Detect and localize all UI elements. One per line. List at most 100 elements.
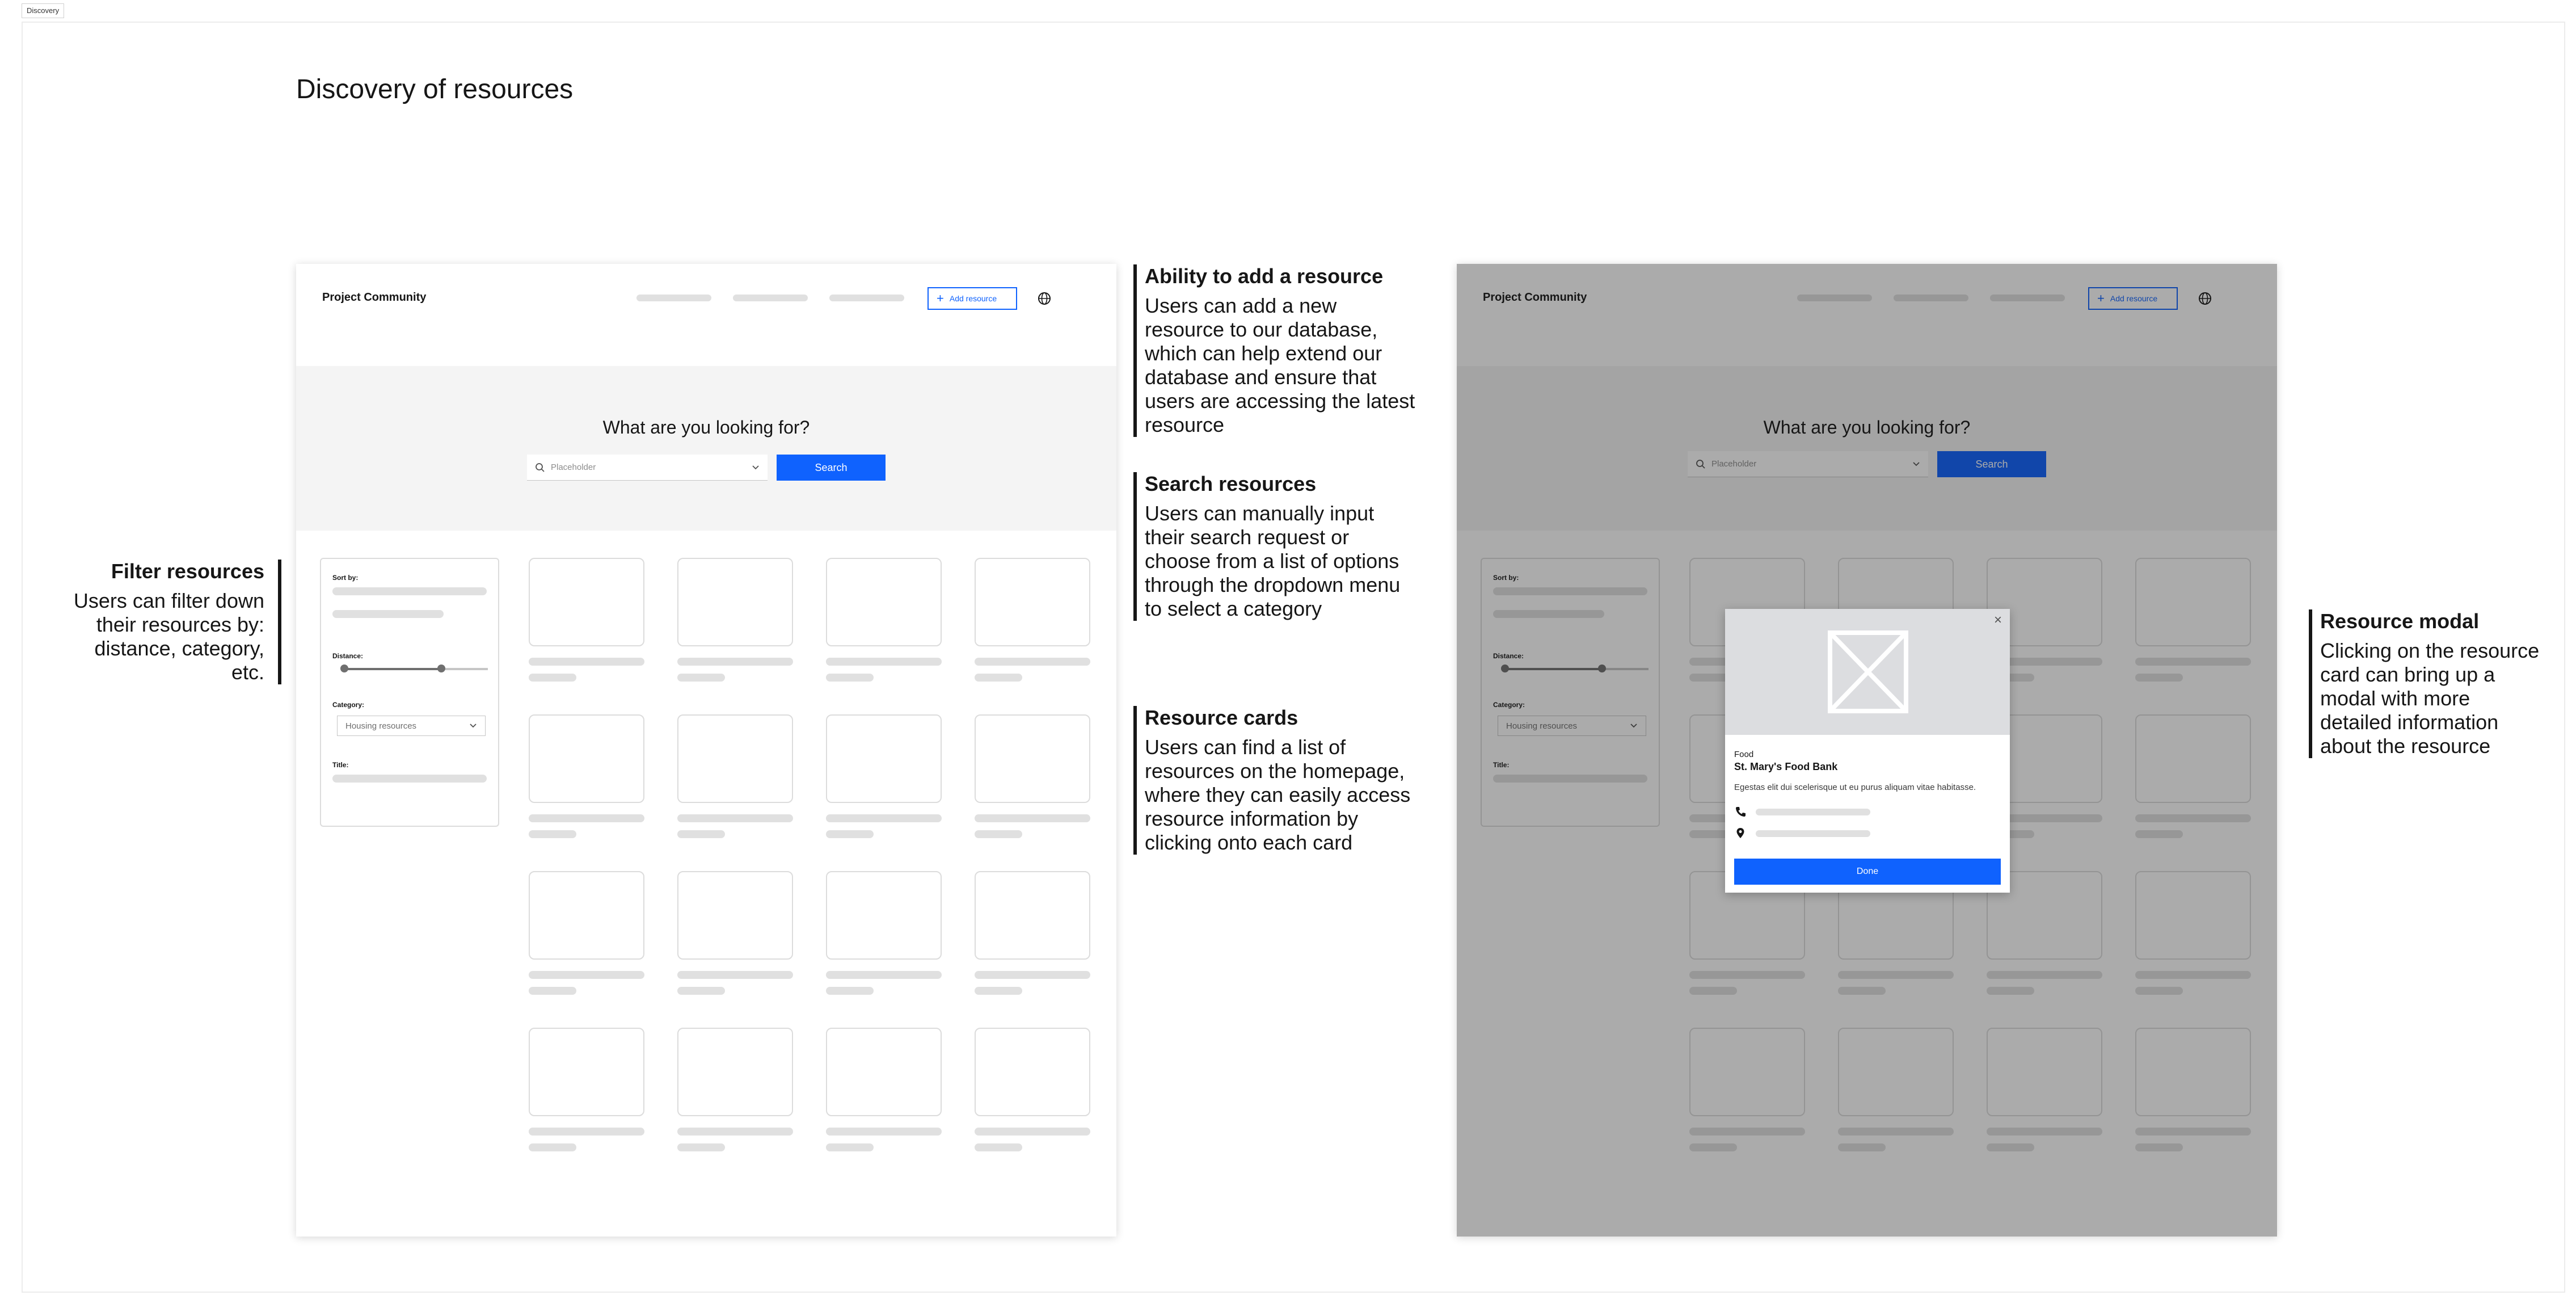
- annotation-title: Filter resources: [111, 560, 264, 583]
- resource-modal: × Food St. Mary's Food Bank Egestas elit…: [1725, 609, 2010, 893]
- add-resource-button[interactable]: + Add resource: [927, 287, 1017, 310]
- resource-card-grid: [529, 558, 1096, 1216]
- canvas: Discovery Discovery of resources Project…: [0, 0, 2576, 1312]
- slider-handle-max[interactable]: [437, 665, 446, 672]
- card-title-placeholder: [529, 814, 644, 822]
- card-subtitle-placeholder: [975, 830, 1022, 838]
- card-title-placeholder: [529, 971, 644, 979]
- card-subtitle-placeholder: [826, 830, 874, 838]
- phone-placeholder: [1756, 809, 1870, 815]
- card-subtitle-placeholder: [677, 987, 725, 995]
- search-input[interactable]: Placeholder: [527, 455, 768, 481]
- distance-slider[interactable]: [343, 668, 488, 670]
- category-select[interactable]: Housing resources: [337, 716, 486, 736]
- card-subtitle-placeholder: [975, 987, 1022, 995]
- card-title-placeholder: [975, 658, 1090, 666]
- card-subtitle-placeholder: [826, 1143, 874, 1151]
- card-subtitle-placeholder: [529, 987, 576, 995]
- resource-card[interactable]: [826, 871, 942, 960]
- nav-placeholder[interactable]: [636, 295, 711, 301]
- card-subtitle-placeholder: [826, 987, 874, 995]
- phone-icon: [1736, 807, 1746, 817]
- card-title-placeholder: [677, 971, 793, 979]
- filter-panel: Sort by: Distance: Category: Housing res…: [320, 558, 499, 827]
- annotation-search: Search resources Users can manually inpu…: [1133, 472, 1417, 621]
- distance-label: Distance:: [332, 652, 364, 660]
- card-title-placeholder: [826, 971, 942, 979]
- hero-question: What are you looking for?: [602, 417, 810, 438]
- category-label: Category:: [332, 701, 365, 709]
- card-subtitle-placeholder: [677, 674, 725, 682]
- card-title-placeholder: [975, 971, 1090, 979]
- card-subtitle-placeholder: [677, 1143, 725, 1151]
- search-hero: [296, 366, 1116, 531]
- nav-placeholder[interactable]: [829, 295, 904, 301]
- sort-option-placeholder[interactable]: [332, 610, 444, 618]
- resource-category: Food: [1734, 750, 1754, 759]
- resource-card[interactable]: [975, 871, 1090, 960]
- annotation-cards: Resource cards Users can find a list of …: [1133, 706, 1417, 855]
- homepage-mockup: Project Community + Add resource What ar…: [296, 264, 1116, 1237]
- card-subtitle-placeholder: [975, 1143, 1022, 1151]
- resource-card[interactable]: [826, 714, 942, 803]
- category-selected: Housing resources: [345, 721, 417, 731]
- resource-card[interactable]: [529, 1028, 644, 1116]
- resource-image: [1725, 609, 2010, 735]
- resource-card[interactable]: [975, 1028, 1090, 1116]
- sort-option-placeholder[interactable]: [332, 587, 487, 595]
- resource-card[interactable]: [826, 558, 942, 646]
- annotation-filter: Filter resources Users can filter down t…: [57, 560, 281, 684]
- annotation-title: Search resources: [1145, 472, 1317, 495]
- resource-card[interactable]: [677, 1028, 793, 1116]
- image-placeholder-icon: [1828, 630, 1908, 713]
- card-title-placeholder: [529, 1128, 644, 1136]
- resource-card[interactable]: [975, 714, 1090, 803]
- card-subtitle-placeholder: [826, 674, 874, 682]
- annotation-body: Users can find a list of resources on th…: [1145, 735, 1411, 854]
- resource-card[interactable]: [529, 871, 644, 960]
- resource-card[interactable]: [826, 1028, 942, 1116]
- card-title-placeholder: [826, 1128, 942, 1136]
- annotation-title: Resource cards: [1145, 706, 1298, 729]
- card-subtitle-placeholder: [677, 830, 725, 838]
- annotation-body: Users can filter down their resources by…: [73, 589, 264, 684]
- card-title-placeholder: [975, 814, 1090, 822]
- resource-card[interactable]: [677, 558, 793, 646]
- title-placeholder[interactable]: [332, 775, 487, 783]
- resource-card[interactable]: [975, 558, 1090, 646]
- annotation-add-resource: Ability to add a resource Users can add …: [1133, 264, 1417, 437]
- card-title-placeholder: [826, 658, 942, 666]
- search-placeholder: Placeholder: [551, 462, 596, 472]
- add-resource-label: Add resource: [949, 294, 997, 303]
- chevron-down-icon: [752, 465, 759, 469]
- card-subtitle-placeholder: [529, 674, 576, 682]
- card-title-placeholder: [975, 1128, 1090, 1136]
- sort-by-label: Sort by:: [332, 574, 359, 582]
- chevron-down-icon: [470, 724, 477, 728]
- globe-icon[interactable]: [1037, 291, 1052, 306]
- card-title-placeholder: [529, 658, 644, 666]
- title-label: Title:: [332, 761, 349, 769]
- mock-brand[interactable]: Project Community: [322, 291, 426, 304]
- card-subtitle-placeholder: [529, 830, 576, 838]
- resource-card[interactable]: [677, 714, 793, 803]
- annotation-body: Users can manually input their search re…: [1145, 502, 1401, 620]
- card-subtitle-placeholder: [975, 674, 1022, 682]
- nav-placeholder[interactable]: [733, 295, 808, 301]
- resource-card[interactable]: [677, 871, 793, 960]
- close-icon[interactable]: ×: [1994, 612, 2002, 628]
- card-subtitle-placeholder: [529, 1143, 576, 1151]
- annotation-modal: Resource modal Clicking on the resource …: [2309, 609, 2547, 758]
- search-button[interactable]: Search: [777, 455, 886, 481]
- frame-label[interactable]: Discovery: [22, 3, 65, 18]
- resource-card[interactable]: [529, 558, 644, 646]
- mock-header: Project Community + Add resource: [296, 264, 1116, 366]
- resource-card[interactable]: [529, 714, 644, 803]
- slider-handle-min[interactable]: [340, 665, 348, 672]
- plus-icon: +: [937, 291, 944, 305]
- modal-mockup: Project Community + Add resource What ar…: [1457, 264, 2277, 1237]
- annotation-title: Resource modal: [2320, 609, 2480, 633]
- card-title-placeholder: [677, 1128, 793, 1136]
- card-title-placeholder: [677, 814, 793, 822]
- done-button[interactable]: Done: [1734, 859, 2001, 885]
